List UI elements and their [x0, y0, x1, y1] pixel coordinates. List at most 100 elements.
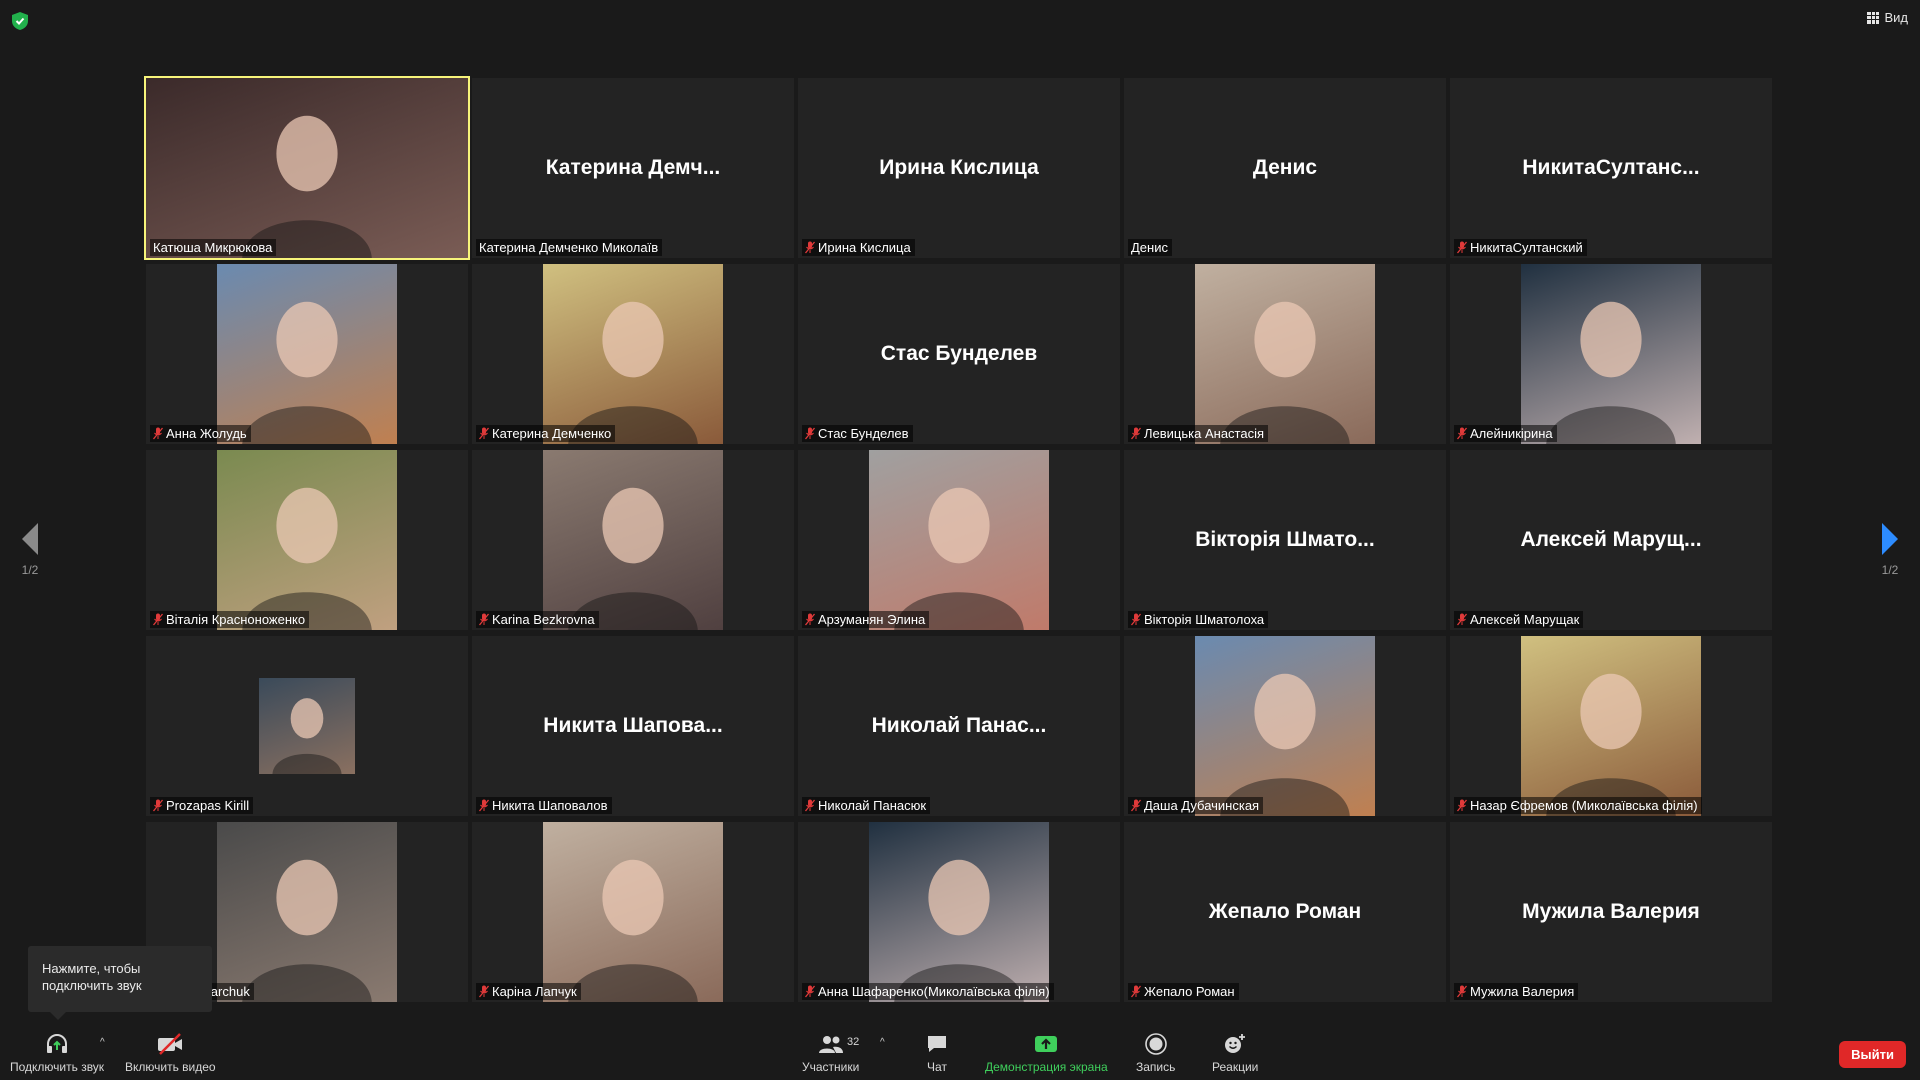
participant-tile[interactable]: Ирина Кислица Ирина Кислица [798, 78, 1120, 258]
participant-name: Ирина Кислица [818, 240, 911, 255]
participant-name-label: Назар Єфремов (Миколаївська філія) [1454, 797, 1702, 814]
join-audio-button[interactable]: Подключить звук [10, 1032, 104, 1074]
participant-name-label: Алейникірина [1454, 425, 1557, 442]
participant-display-name: Катерина Демч... [545, 156, 721, 179]
participant-name-label: Алексей Марущак [1454, 611, 1584, 628]
share-screen-icon [1032, 1032, 1060, 1056]
participant-tile[interactable]: Стас Бунделев Стас Бунделев [798, 264, 1120, 444]
participant-name: Prozapas Kirill [166, 798, 250, 813]
participant-tile[interactable]: Алексей Марущ... Алексей Марущак [1450, 450, 1772, 630]
participant-tile[interactable]: Мужила Валерия Мужила Валерия [1450, 822, 1772, 1002]
mic-muted-icon [1457, 241, 1467, 254]
participant-name-label: Мужила Валерия [1454, 983, 1579, 1000]
participant-tile[interactable]: Катерина Демченко [472, 264, 794, 444]
page-indicator-right: 1/2 [1881, 563, 1899, 577]
participant-tile[interactable]: Никита Шапова... Никита Шаповалов [472, 636, 794, 816]
participant-tile[interactable]: Prozapas Kirill [146, 636, 468, 816]
reactions-label: Реакции [1212, 1060, 1259, 1074]
participant-tile[interactable]: Karina Bezkrovna [472, 450, 794, 630]
participant-name: Даша Дубачинская [1144, 798, 1260, 813]
next-page-button[interactable]: 1/2 [1870, 523, 1910, 577]
participant-name-label: Левицька Анастасія [1128, 425, 1269, 442]
participant-name: Катерина Демченко [492, 426, 612, 441]
participant-name-label: Катерина Демченко Миколаїв [476, 239, 663, 256]
participant-display-name: НикитаСултанс... [1522, 156, 1700, 179]
participant-name: НикитаСултанский [1470, 240, 1583, 255]
participant-tile[interactable]: НикитаСултанс... НикитаСултанский [1450, 78, 1772, 258]
previous-page-button[interactable]: 1/2 [10, 523, 50, 577]
participant-display-name: Денис [1252, 156, 1318, 179]
participant-photo [543, 450, 723, 630]
chat-button[interactable]: Чат [923, 1032, 951, 1074]
mic-muted-icon [479, 427, 489, 440]
person-silhouette-icon [1220, 673, 1350, 816]
mic-muted-icon [805, 985, 815, 998]
start-video-button[interactable]: Включить видео [125, 1032, 216, 1074]
participant-name-label: Арзуманян Элина [802, 611, 930, 628]
participant-tile[interactable]: Левицька Анастасія [1124, 264, 1446, 444]
share-screen-button[interactable]: Демонстрация экрана [985, 1032, 1108, 1074]
mic-muted-icon [479, 985, 489, 998]
leave-meeting-button[interactable]: Выйти [1839, 1041, 1906, 1068]
record-button[interactable]: Запись [1136, 1032, 1175, 1074]
person-silhouette-icon [1546, 301, 1676, 444]
join-audio-tooltip: Нажмите, чтобы подключить звук [28, 946, 212, 1020]
mic-muted-icon [1457, 427, 1467, 440]
mic-muted-icon [805, 427, 815, 440]
participant-name-label: Даша Дубачинская [1128, 797, 1264, 814]
mic-muted-icon [1457, 985, 1467, 998]
mic-muted-icon [1131, 427, 1141, 440]
participant-name-label: Катюша Микрюкова [150, 239, 277, 256]
tooltip-line-2: подключить звук [42, 978, 142, 993]
participant-tile[interactable]: Анна Жолудь [146, 264, 468, 444]
participant-tile[interactable]: Алейникірина [1450, 264, 1772, 444]
person-silhouette-icon [894, 859, 1024, 1002]
view-button[interactable]: Вид [1867, 10, 1908, 25]
mic-muted-icon [153, 613, 163, 626]
participant-tile[interactable]: Анна Шафаренко(Миколаївська філія) [798, 822, 1120, 1002]
participant-tile[interactable]: Николай Панас... Николай Панасюк [798, 636, 1120, 816]
participant-photo [1521, 636, 1701, 816]
participant-display-name: Никита Шапова... [543, 714, 723, 737]
reactions-button[interactable]: Реакции [1212, 1032, 1258, 1074]
participant-tile[interactable]: Катерина Демч... Катерина Демченко Микола… [472, 78, 794, 258]
participant-name: Мужила Валерия [1470, 984, 1575, 999]
mic-muted-icon [805, 799, 815, 812]
tooltip-line-1: Нажмите, чтобы [42, 961, 141, 976]
participant-tile[interactable]: Назар Єфремов (Миколаївська філія) [1450, 636, 1772, 816]
participant-name: Каріна Лапчук [492, 984, 577, 999]
participant-name: Катерина Демченко Миколаїв [479, 240, 659, 255]
mic-muted-icon [1457, 613, 1467, 626]
mic-muted-icon [1457, 799, 1467, 812]
participant-name: Karina Bezkrovna [492, 612, 595, 627]
participants-options-caret[interactable]: ^ [880, 1037, 885, 1048]
person-silhouette-icon [568, 487, 698, 630]
security-shield-icon[interactable] [12, 12, 28, 30]
person-silhouette-icon [568, 859, 698, 1002]
participant-name: Катюша Микрюкова [153, 240, 273, 255]
mic-muted-icon [153, 799, 163, 812]
person-silhouette-icon [242, 487, 372, 630]
person-silhouette-icon [1546, 673, 1676, 816]
participant-name-label: Жепало Роман [1128, 983, 1239, 1000]
participant-tile[interactable]: Каріна Лапчук [472, 822, 794, 1002]
person-silhouette-icon [568, 301, 698, 444]
participant-tile[interactable]: Жепало Роман Жепало Роман [1124, 822, 1446, 1002]
participant-name-label: Анна Шафаренко(Миколаївська філія) [802, 983, 1054, 1000]
participant-name: Анна Жолудь [166, 426, 247, 441]
participant-tile[interactable]: Арзуманян Элина [798, 450, 1120, 630]
participant-photo [543, 822, 723, 1002]
audio-options-caret[interactable]: ^ [100, 1037, 105, 1048]
participant-tile[interactable]: Денис Денис [1124, 78, 1446, 258]
person-silhouette-icon [242, 115, 372, 258]
participant-tile[interactable]: Даша Дубачинская [1124, 636, 1446, 816]
participant-tile[interactable]: Віталія Красноноженко [146, 450, 468, 630]
participant-display-name: Ирина Кислица [879, 156, 1039, 179]
arrow-left-icon [22, 523, 38, 555]
participant-tile[interactable]: Катюша Микрюкова [144, 76, 470, 260]
participant-tile[interactable]: Вікторія Шмато... Вікторія Шматолоха [1124, 450, 1446, 630]
participant-display-name: Алексей Марущ... [1520, 528, 1702, 551]
participant-name-label: Никита Шаповалов [476, 797, 612, 814]
participant-photo [1195, 264, 1375, 444]
participant-name-label: Николай Панасюк [802, 797, 931, 814]
